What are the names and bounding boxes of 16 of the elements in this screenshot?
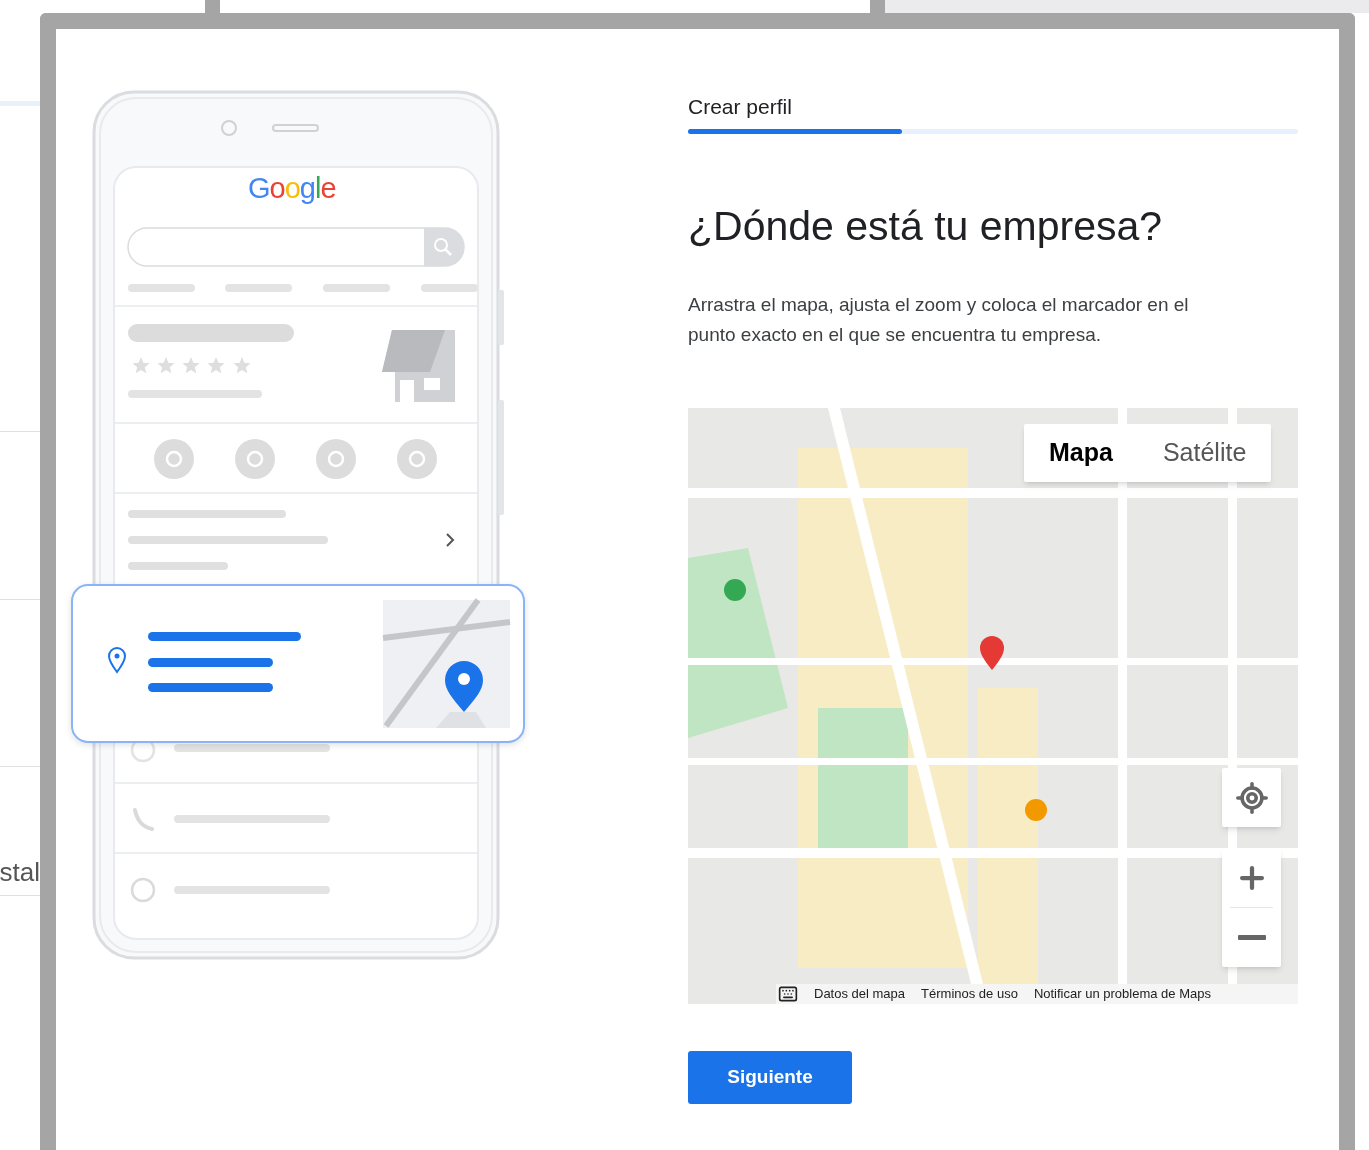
google-logo: Google xyxy=(248,174,336,203)
map[interactable]: Mapa Satélite Datos del mapa Términos de uso Notificar un problema de Maps xyxy=(688,408,1298,1004)
locate-icon xyxy=(1234,780,1269,815)
keyboard-icon[interactable] xyxy=(778,984,798,1004)
map-footer-link[interactable]: Notificar un problema de Maps xyxy=(1033,984,1211,1004)
background-text: stal xyxy=(0,859,40,885)
description-text: Arrastra el mapa, ajusta el zoom y coloca el marcador en el punto exacto en el que se encuentra tu empresa. xyxy=(688,293,1190,347)
map-type-tab[interactable]: Satélite xyxy=(1137,424,1272,482)
map-footer-link[interactable]: Términos de uso xyxy=(921,984,1018,1004)
map-type-tab[interactable]: Mapa xyxy=(1024,424,1138,482)
next-button[interactable]: Siguiente xyxy=(688,1051,852,1104)
map-footer-link[interactable]: Datos del mapa xyxy=(814,984,906,1004)
locate-button[interactable] xyxy=(1222,768,1281,827)
minus-icon xyxy=(1237,935,1266,940)
step-label: Crear perfil xyxy=(688,94,793,117)
page-heading: ¿Dónde está tu empresa? xyxy=(688,202,1164,250)
